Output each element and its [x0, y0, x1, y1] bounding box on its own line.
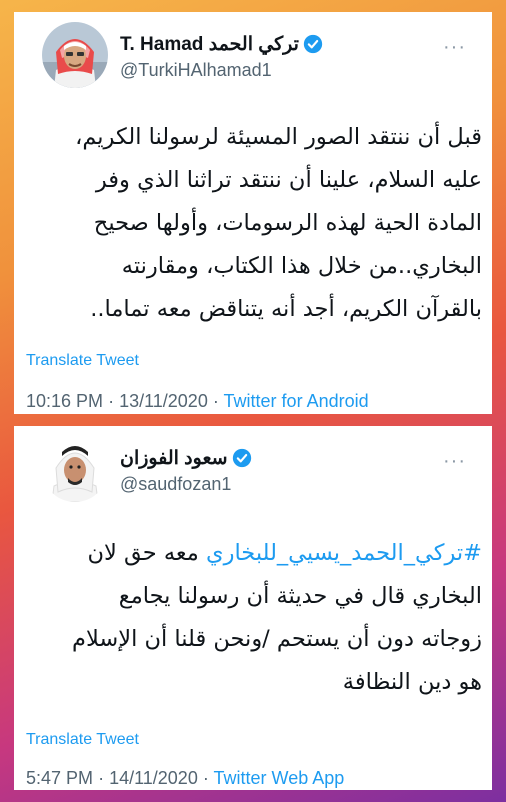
- display-name[interactable]: T. Hamad تركي الحمد: [120, 33, 299, 56]
- tweet-card[interactable]: سعود الفوزان @saudfozan1 ··· #تركي_الحمد…: [14, 426, 492, 790]
- tweet-author[interactable]: سعود الفوزان @saudfozan1: [120, 446, 252, 495]
- verified-badge-icon: [232, 448, 252, 468]
- tweet-text: قبل أن ننتقد الصور المسيئة لرسولنا الكري…: [36, 116, 482, 331]
- tweet-text-line: المادة الحية لهذه الرسومات، وأولها صحيح: [93, 210, 482, 236]
- display-name[interactable]: سعود الفوزان: [120, 447, 228, 470]
- tweet-meta: 10:16 PM · 13/11/2020 · Twitter for Andr…: [26, 391, 369, 412]
- tweet-date[interactable]: 14/11/2020: [109, 768, 198, 788]
- meta-separator: ·: [98, 768, 105, 788]
- hashtag-link[interactable]: #تركي_الحمد_يسيي_للبخاري: [206, 540, 482, 566]
- tweet-source-link[interactable]: Twitter for Android: [224, 391, 369, 411]
- tweet-header: T. Hamad تركي الحمد @TurkiHAlhamad1 ···: [36, 12, 470, 92]
- tweet-author[interactable]: T. Hamad تركي الحمد @TurkiHAlhamad1: [120, 32, 323, 81]
- tweet-text-fragment: معه حق لان: [87, 540, 206, 566]
- tweet-text-line: البخاري قال في حديثة أن رسولنا يجامع: [118, 583, 482, 609]
- more-options-icon[interactable]: ···: [443, 450, 466, 473]
- tweet-text-line: عليه السلام، علينا أن ننتقد تراثنا الذي …: [95, 167, 482, 193]
- tweet-text-line: بالقرآن الكريم، أجد أنه يتناقض معه تماما…: [90, 296, 482, 322]
- tweet-header: سعود الفوزان @saudfozan1 ···: [36, 426, 470, 506]
- avatar[interactable]: [42, 22, 108, 88]
- tweet-text-line: #تركي_الحمد_يسيي_للبخاري معه حق لان: [88, 540, 483, 566]
- avatar[interactable]: [42, 436, 108, 502]
- meta-separator: ·: [202, 768, 209, 788]
- translate-tweet-link[interactable]: Translate Tweet: [26, 352, 139, 370]
- verified-badge-icon: [303, 34, 323, 54]
- user-handle[interactable]: @TurkiHAlhamad1: [120, 60, 323, 81]
- tweet-text-line: هو دين النظافة: [342, 669, 482, 695]
- tweet-meta: 5:47 PM · 14/11/2020 · Twitter Web App: [26, 768, 344, 789]
- tweet-text-line: البخاري..من خلال هذا الكتاب، ومقارنته: [121, 253, 482, 279]
- translate-tweet-link[interactable]: Translate Tweet: [26, 731, 139, 749]
- meta-separator: ·: [108, 391, 115, 411]
- tweet-text: #تركي_الحمد_يسيي_للبخاري معه حق لان البخ…: [36, 532, 482, 704]
- meta-separator: ·: [212, 391, 219, 411]
- user-handle[interactable]: @saudfozan1: [120, 474, 252, 495]
- tweet-time[interactable]: 10:16 PM: [26, 391, 103, 411]
- more-options-icon[interactable]: ···: [443, 36, 466, 59]
- tweet-text-line: زوجاته دون أن يستحم /ونحن قلنا أن الإسلا…: [72, 626, 482, 652]
- tweet-time[interactable]: 5:47 PM: [26, 768, 93, 788]
- tweet-date[interactable]: 13/11/2020: [119, 391, 208, 411]
- tweet-text-line: قبل أن ننتقد الصور المسيئة لرسولنا الكري…: [75, 124, 482, 150]
- tweet-card[interactable]: T. Hamad تركي الحمد @TurkiHAlhamad1 ··· …: [14, 12, 492, 414]
- tweet-source-link[interactable]: Twitter Web App: [214, 768, 345, 788]
